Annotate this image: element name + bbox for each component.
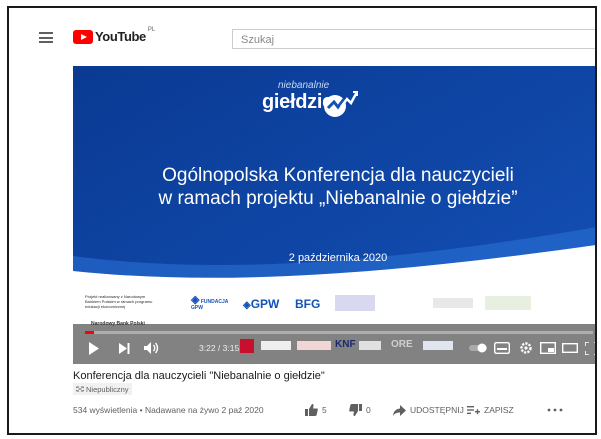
settings-icon[interactable] xyxy=(517,339,535,357)
like-count: 5 xyxy=(322,405,327,415)
sponsor-logo-7 xyxy=(261,341,291,350)
share-icon xyxy=(393,404,406,416)
play-icon[interactable] xyxy=(87,339,101,357)
visibility-badge: Niepubliczny xyxy=(73,383,132,395)
top-bar: YouTube PL xyxy=(9,8,595,66)
menu-icon[interactable] xyxy=(39,32,53,43)
miniplayer-icon[interactable] xyxy=(539,339,557,357)
thumbs-down-icon xyxy=(349,404,362,416)
search-box[interactable] xyxy=(232,29,595,49)
sponsor-logo-8 xyxy=(297,341,331,350)
search-input[interactable] xyxy=(233,31,595,49)
sponsor-logo-5 xyxy=(433,298,473,308)
sponsor-note: Projekt realizowany z Narodowym Bankiem … xyxy=(85,294,153,309)
slide-headline: Ogólnopolska Konferencja dla nauczycieli… xyxy=(73,164,595,210)
dislike-button[interactable]: 0 xyxy=(349,403,371,417)
player-controls: 3:22 / 3:15:24 KNF ORE xyxy=(73,324,595,364)
subtitles-icon[interactable] xyxy=(493,339,511,357)
sponsor-bfg: BFG xyxy=(295,297,321,311)
headline-line-2: w ramach projektu „Niebanalnie o giełdzi… xyxy=(158,188,518,209)
video-title: Konferencja dla nauczycieli "Niebanalnie… xyxy=(73,370,325,382)
sponsor-logo-6 xyxy=(485,296,531,310)
like-ratio-bar xyxy=(305,433,381,435)
video-meta: 534 wyświetlenia • Nadawane na żywo 2 pa… xyxy=(73,405,264,415)
sponsor-logo-9 xyxy=(359,341,381,350)
slide-date: 2 października 2020 xyxy=(288,252,388,264)
fullscreen-icon[interactable] xyxy=(583,339,595,357)
headline-line-1: Ogólnopolska Konferencja dla nauczycieli xyxy=(162,165,514,186)
theater-mode-icon[interactable] xyxy=(561,339,579,357)
region-code: PL xyxy=(147,27,156,33)
brand-arrow-icon xyxy=(324,91,358,117)
save-label: ZAPISZ xyxy=(484,405,514,415)
sponsor-knf: KNF xyxy=(335,339,356,350)
next-icon[interactable] xyxy=(117,339,131,357)
video-player[interactable]: niebanalnie giełdzie Ogólnopolska Konfer… xyxy=(73,66,595,364)
like-button[interactable]: 5 xyxy=(305,403,327,417)
dislike-count: 0 xyxy=(366,405,371,415)
sponsor-ore: ORE xyxy=(391,339,413,350)
emblem-icon xyxy=(240,339,254,353)
more-horizontal-icon xyxy=(547,408,563,412)
progress-bar[interactable] xyxy=(85,331,593,334)
save-button[interactable]: ZAPISZ xyxy=(467,403,514,417)
thumbs-up-icon xyxy=(305,404,318,416)
sponsor-gpw-label: GPW xyxy=(250,297,280,311)
share-button[interactable]: UDOSTĘPNIJ xyxy=(393,403,464,417)
link-icon xyxy=(76,386,84,392)
progress-fill xyxy=(85,331,94,334)
share-label: UDOSTĘPNIJ xyxy=(410,405,464,415)
sponsor-fundacja-gpw: ◈ FUNDACJA GPW xyxy=(191,294,229,312)
sponsor-logo-10 xyxy=(423,341,453,350)
volume-icon[interactable] xyxy=(143,339,161,357)
sponsor-logo-4 xyxy=(335,295,375,311)
add-to-playlist-icon xyxy=(467,406,480,415)
youtube-logo[interactable]: YouTube PL xyxy=(73,27,156,44)
slide-brand-logo: niebanalnie giełdzie xyxy=(262,79,362,129)
youtube-play-icon xyxy=(73,30,93,44)
logo-text: YouTube xyxy=(95,29,146,44)
more-options-button[interactable] xyxy=(547,403,567,417)
browser-frame: YouTube PL niebanalnie giełdzie xyxy=(7,6,597,435)
sponsor-gpw: ◈GPW xyxy=(243,297,280,311)
autoplay-toggle-icon[interactable] xyxy=(469,339,487,357)
visibility-label: Niepubliczny xyxy=(86,384,129,394)
